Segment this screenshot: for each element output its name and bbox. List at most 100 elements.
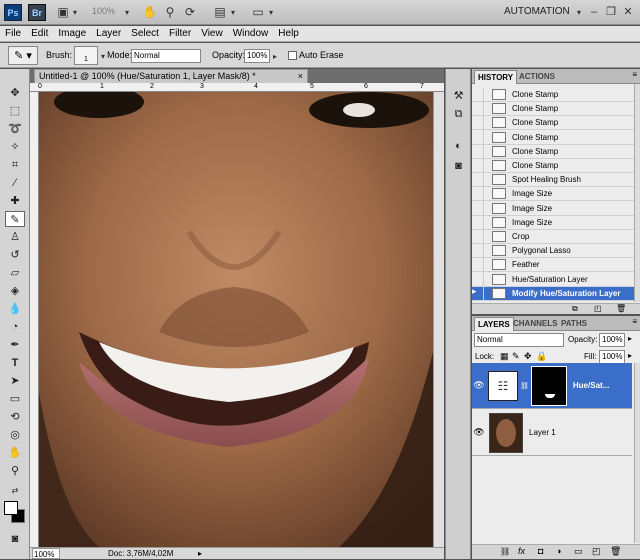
history-source-toggle[interactable]: ▸ <box>472 286 484 301</box>
history-item[interactable]: Image Size <box>472 186 634 202</box>
new-document-from-state-icon[interactable]: ⧉ <box>572 304 578 314</box>
document-tab[interactable]: Untitled-1 @ 100% (Hue/Saturation 1, Lay… <box>34 69 308 83</box>
restore-icon[interactable]: ❐ <box>603 5 619 19</box>
tab-channels[interactable]: CHANNELS <box>510 317 560 331</box>
pen-tool-icon[interactable]: ✒ <box>5 337 25 353</box>
fx-icon[interactable]: fx <box>518 546 525 556</box>
history-item[interactable]: Image Size <box>472 215 634 230</box>
view-extras-icon[interactable]: ▣ <box>56 5 70 20</box>
new-snapshot-icon[interactable]: ◰ <box>594 304 602 313</box>
history-item[interactable]: Clone Stamp <box>472 87 634 102</box>
move-tool-icon[interactable]: ✥ <box>5 85 25 101</box>
mask-link-icon[interactable]: ⛓ <box>520 382 529 390</box>
history-item[interactable]: ▸ Modify Hue/Saturation Layer <box>472 286 634 301</box>
history-source-toggle[interactable] <box>472 257 484 272</box>
history-source-toggle[interactable] <box>472 243 484 258</box>
opacity-input[interactable]: 100% <box>244 49 270 63</box>
tab-paths[interactable]: PATHS <box>558 317 590 331</box>
dodge-tool-icon[interactable]: ◔ <box>5 319 25 335</box>
history-source-toggle[interactable] <box>472 87 484 102</box>
layers-menu-icon[interactable]: ≡ <box>632 317 637 326</box>
hand-tool-icon[interactable]: ✋ <box>5 445 25 461</box>
history-item[interactable]: Image Size <box>472 201 634 216</box>
healing-brush-tool-icon[interactable]: ✚ <box>5 193 25 209</box>
eyedropper-tool-icon[interactable]: ⁄ <box>5 175 25 191</box>
link-icon[interactable]: ⛓ <box>500 547 510 556</box>
history-scrollbar[interactable] <box>634 84 640 302</box>
trash-icon[interactable]: 🗑 <box>616 304 626 313</box>
brush-chevron-down-icon[interactable]: ▾ <box>99 49 107 64</box>
zoom-tool-icon[interactable]: ⚲ <box>5 463 25 479</box>
trash-icon[interactable]: 🗑 <box>610 546 621 557</box>
history-source-toggle[interactable] <box>472 130 484 145</box>
adjustments-icon[interactable]: ◙ <box>450 159 467 174</box>
type-tool-icon[interactable]: T <box>5 355 25 371</box>
lock-all-icon[interactable]: 🔒 <box>536 351 547 362</box>
marquee-tool-icon[interactable]: ⬚ <box>5 103 25 119</box>
minimize-icon[interactable]: – <box>586 5 602 19</box>
history-source-toggle[interactable] <box>472 158 484 173</box>
history-item[interactable]: Clone Stamp <box>472 101 634 117</box>
tool-preset-picker[interactable]: ✎ ▾ <box>8 46 38 65</box>
mode-select[interactable]: Normal <box>131 49 201 63</box>
history-brush-tool-icon[interactable]: ↺ <box>5 247 25 263</box>
layers-scrollbar[interactable] <box>634 363 640 543</box>
chevron-down-icon[interactable]: ▾ <box>70 5 80 20</box>
history-item[interactable]: Polygonal Lasso <box>472 243 634 259</box>
foreground-color-swatch[interactable] <box>4 501 18 515</box>
layer-opacity-input[interactable]: 100% <box>599 333 625 347</box>
zoom-level[interactable]: 100% <box>92 6 115 16</box>
history-item[interactable]: Clone Stamp <box>472 144 634 159</box>
visibility-eye-icon[interactable]: 👁 <box>472 380 486 391</box>
document-close-icon[interactable]: × <box>298 70 303 83</box>
history-source-toggle[interactable] <box>472 215 484 230</box>
zoom-tool-icon[interactable]: ⚲ <box>162 5 178 20</box>
default-colors-icon[interactable]: ⇄ <box>5 483 25 499</box>
layer-row-hue-saturation[interactable]: 👁 ☷ ⛓ Hue/Sat... <box>472 363 632 409</box>
close-icon[interactable]: ✕ <box>620 5 636 19</box>
visibility-eye-icon[interactable]: 👁 <box>472 427 486 438</box>
blend-mode-select[interactable]: Normal <box>474 333 564 347</box>
clone-source-icon[interactable]: ⧉ <box>450 107 467 122</box>
fill-slider-icon[interactable]: ▸ <box>628 351 632 360</box>
layer-row-layer-1[interactable]: 👁 Layer 1 <box>472 410 632 456</box>
quick-selection-tool-icon[interactable]: ✧ <box>5 139 25 155</box>
eraser-tool-icon[interactable]: ▱ <box>5 265 25 281</box>
history-source-toggle[interactable] <box>472 272 484 287</box>
group-icon[interactable]: ▭ <box>574 546 583 557</box>
bridge-button[interactable]: Br <box>28 4 46 21</box>
menu-filter[interactable]: Filter <box>164 28 196 39</box>
adjustment-icon[interactable]: ◑ <box>556 546 561 556</box>
screen-mode-chevron-down-icon[interactable]: ▾ <box>266 5 276 20</box>
menu-help[interactable]: Help <box>273 28 304 39</box>
history-item[interactable]: Crop <box>472 229 634 244</box>
history-item[interactable]: Clone Stamp <box>472 115 634 131</box>
rotate-view-icon[interactable]: ⟳ <box>182 5 198 20</box>
hand-tool-icon[interactable]: ✋ <box>142 5 158 20</box>
clone-stamp-tool-icon[interactable]: ♙ <box>5 229 25 245</box>
pencil-tool-icon[interactable]: ✎ <box>5 211 25 227</box>
history-source-toggle[interactable] <box>472 172 484 187</box>
lock-image-icon[interactable]: ✎ <box>512 351 520 362</box>
lock-transparency-icon[interactable]: ▦ <box>500 351 509 362</box>
history-source-toggle[interactable] <box>472 186 484 201</box>
history-item[interactable]: Feather <box>472 257 634 273</box>
layer-mask-thumbnail[interactable] <box>530 365 567 406</box>
new-layer-icon[interactable]: ◰ <box>592 546 601 557</box>
opacity-slider-icon[interactable]: ▸ <box>628 334 632 343</box>
crop-tool-icon[interactable]: ⌗ <box>5 157 25 173</box>
mask-icon[interactable]: ◘ <box>538 546 543 556</box>
brush-picker[interactable]: 1 <box>74 46 98 65</box>
zoom-field[interactable]: 100% <box>32 548 60 559</box>
menu-image[interactable]: Image <box>53 28 91 39</box>
tool-presets-icon[interactable]: ⚒ <box>450 89 467 104</box>
blur-tool-icon[interactable]: 💧 <box>5 301 25 317</box>
path-selection-tool-icon[interactable]: ➤ <box>5 373 25 389</box>
paint-bucket-tool-icon[interactable]: ◈ <box>5 283 25 299</box>
tab-actions[interactable]: ACTIONS <box>516 70 558 84</box>
menu-file[interactable]: File <box>0 28 26 39</box>
history-item[interactable]: Hue/Saturation Layer <box>472 272 634 287</box>
history-item[interactable]: Clone Stamp <box>472 158 634 173</box>
tab-layers[interactable]: LAYERS <box>474 317 514 331</box>
3d-rotate-tool-icon[interactable]: ⟲ <box>5 409 25 425</box>
